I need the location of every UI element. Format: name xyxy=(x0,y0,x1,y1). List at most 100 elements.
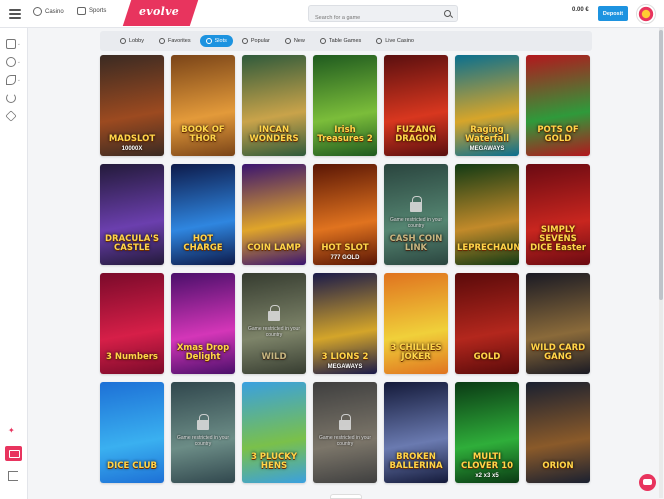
load-more-tab[interactable] xyxy=(330,494,362,499)
trophy-icon xyxy=(77,7,86,15)
game-tile[interactable]: MADSLOT 10000X xyxy=(100,55,164,156)
search-icon[interactable] xyxy=(444,10,451,17)
game-tile[interactable]: HOT SLOT 777 GOLD xyxy=(313,164,377,265)
game-tile[interactable]: DRACULA'S CASTLE xyxy=(100,164,164,265)
tab-slots[interactable]: Slots xyxy=(199,35,233,47)
nav-sports[interactable]: Sports xyxy=(77,7,106,15)
tab-new[interactable]: New xyxy=(279,35,311,47)
game-title: Raging Waterfall xyxy=(464,125,510,144)
game-title: INCAN WONDERS xyxy=(249,125,299,144)
game-subtitle: MEGAWAYS xyxy=(469,146,505,152)
sidebar-casino[interactable]: ⌄ xyxy=(6,38,21,50)
game-tile[interactable]: LEPRECHAUN xyxy=(455,164,519,265)
casino-icon xyxy=(6,39,16,49)
game-tile[interactable]: HOT CHARGE xyxy=(171,164,235,265)
tab-label: Live Casino xyxy=(385,38,414,44)
scrollbar-thumb[interactable] xyxy=(659,30,663,300)
casino-chip-icon xyxy=(33,7,42,16)
game-title: BOOK OF THOR xyxy=(181,125,225,144)
logo[interactable]: evolve xyxy=(139,5,179,18)
game-tile[interactable]: BOOK OF THOR xyxy=(171,55,235,156)
chevron-down-icon: ⌄ xyxy=(16,77,21,83)
game-tile[interactable]: SIMPLY SEVENS DICE Easter xyxy=(526,164,590,265)
game-tile[interactable]: 3 Numbers xyxy=(100,273,164,374)
game-title: SIMPLY SEVENS DICE Easter xyxy=(530,225,586,253)
game-tile[interactable]: Game restricted in your country xyxy=(171,382,235,483)
game-tile[interactable]: INCAN WONDERS xyxy=(242,55,306,156)
lock-icon xyxy=(197,414,209,430)
sidebar-promotions[interactable]: ⌄ xyxy=(6,74,21,86)
lock-icon xyxy=(410,196,422,212)
maple-leaf-icon[interactable]: ✦ xyxy=(8,426,15,435)
game-title: 3 PLUCKY HENS xyxy=(250,452,298,471)
game-tile[interactable]: Xmas Drop Delight xyxy=(171,273,235,374)
tab-label: Slots xyxy=(214,38,227,44)
heart-icon xyxy=(159,38,165,44)
sidebar-live[interactable]: ⌄ xyxy=(6,56,21,68)
game-title: COIN LAMP xyxy=(247,243,301,253)
tab-label: Favorites xyxy=(168,38,191,44)
restricted-text: Game restricted in your country xyxy=(248,326,300,338)
game-subtitle: x2 x3 x5 xyxy=(475,473,499,479)
game-tile[interactable]: WILD Game restricted in your country xyxy=(242,273,306,374)
sidebar-sports[interactable] xyxy=(6,92,21,104)
game-tile[interactable]: DICE CLUB xyxy=(100,382,164,483)
game-title: CASH COIN LINK xyxy=(389,234,443,253)
game-tile[interactable]: ORION xyxy=(526,382,590,483)
tab-live-casino[interactable]: Live Casino xyxy=(370,35,420,47)
slots-icon xyxy=(205,38,212,44)
game-tile[interactable]: GOLD xyxy=(455,273,519,374)
game-title: HOT SLOT xyxy=(321,243,369,253)
avatar[interactable] xyxy=(636,4,656,24)
rocket-icon xyxy=(6,75,16,85)
game-tile[interactable]: BROKEN BALLERINA xyxy=(384,382,448,483)
game-tile[interactable]: 3 CHILLIES JOKER xyxy=(384,273,448,374)
tab-table-games[interactable]: Table Games xyxy=(314,35,367,47)
game-tile[interactable]: Irish Treasures 2 xyxy=(313,55,377,156)
live-casino-icon xyxy=(376,38,383,44)
game-title: ORION xyxy=(542,461,574,471)
sidebar-vip[interactable] xyxy=(5,110,21,122)
game-tile[interactable]: CASH COIN LINK Game restricted in your co… xyxy=(384,164,448,265)
game-tile[interactable]: 3 PLUCKY HENS xyxy=(242,382,306,483)
scrollbar[interactable] xyxy=(659,28,663,498)
diamond-icon xyxy=(5,110,17,122)
tab-favorites[interactable]: Favorites xyxy=(153,35,197,47)
game-subtitle: 10000X xyxy=(121,146,143,152)
tab-lobby[interactable]: Lobby xyxy=(114,35,150,47)
game-subtitle: MEGAWAYS xyxy=(327,364,363,370)
nav-casino[interactable]: Casino xyxy=(33,7,64,16)
game-title: Xmas Drop Delight xyxy=(176,343,230,362)
deposit-button[interactable]: Deposit xyxy=(598,6,628,21)
game-title: GOLD xyxy=(473,352,501,362)
chat-button[interactable] xyxy=(5,446,22,461)
nav-sports-label: Sports xyxy=(89,8,107,14)
balance[interactable]: 0.00 € xyxy=(572,7,589,13)
game-title: POTS OF GOLD xyxy=(537,125,579,144)
logout-icon[interactable] xyxy=(8,471,18,481)
game-tile[interactable]: COIN LAMP xyxy=(242,164,306,265)
game-title: Irish Treasures 2 xyxy=(317,125,373,144)
restricted-text: Game restricted in your country xyxy=(319,435,371,447)
top-bar: Casino Sports evolve 0.00 € Deposit xyxy=(0,0,664,28)
game-title: MULTI CLOVER 10 xyxy=(460,452,514,471)
menu-icon[interactable] xyxy=(9,9,21,19)
search-input[interactable] xyxy=(309,10,439,26)
tab-label: New xyxy=(293,38,305,44)
game-tile[interactable]: POTS OF GOLD xyxy=(526,55,590,156)
game-tile[interactable]: MULTI CLOVER 10 x2 x3 x5 xyxy=(455,382,519,483)
restricted-text: Game restricted in your country xyxy=(390,217,442,229)
game-tile[interactable]: FUZANG DRAGON xyxy=(384,55,448,156)
game-tile[interactable]: WILD CARD GANG xyxy=(526,273,590,374)
category-bar: Lobby Favorites Slots Popular New Table Games… xyxy=(100,31,592,51)
game-tile[interactable]: 3 LIONS 2 MEGAWAYS xyxy=(313,273,377,374)
tab-popular[interactable]: Popular xyxy=(236,35,276,47)
popular-icon xyxy=(241,38,248,44)
chevron-down-icon: ⌄ xyxy=(16,41,21,47)
game-tile[interactable]: Game restricted in your country xyxy=(313,382,377,483)
game-title: LEPRECHAUN xyxy=(457,243,519,253)
search-box[interactable] xyxy=(308,5,458,26)
game-tile[interactable]: Raging Waterfall MEGAWAYS xyxy=(455,55,519,156)
support-chat-button[interactable] xyxy=(639,474,656,491)
chevron-down-icon: ⌄ xyxy=(16,59,21,65)
